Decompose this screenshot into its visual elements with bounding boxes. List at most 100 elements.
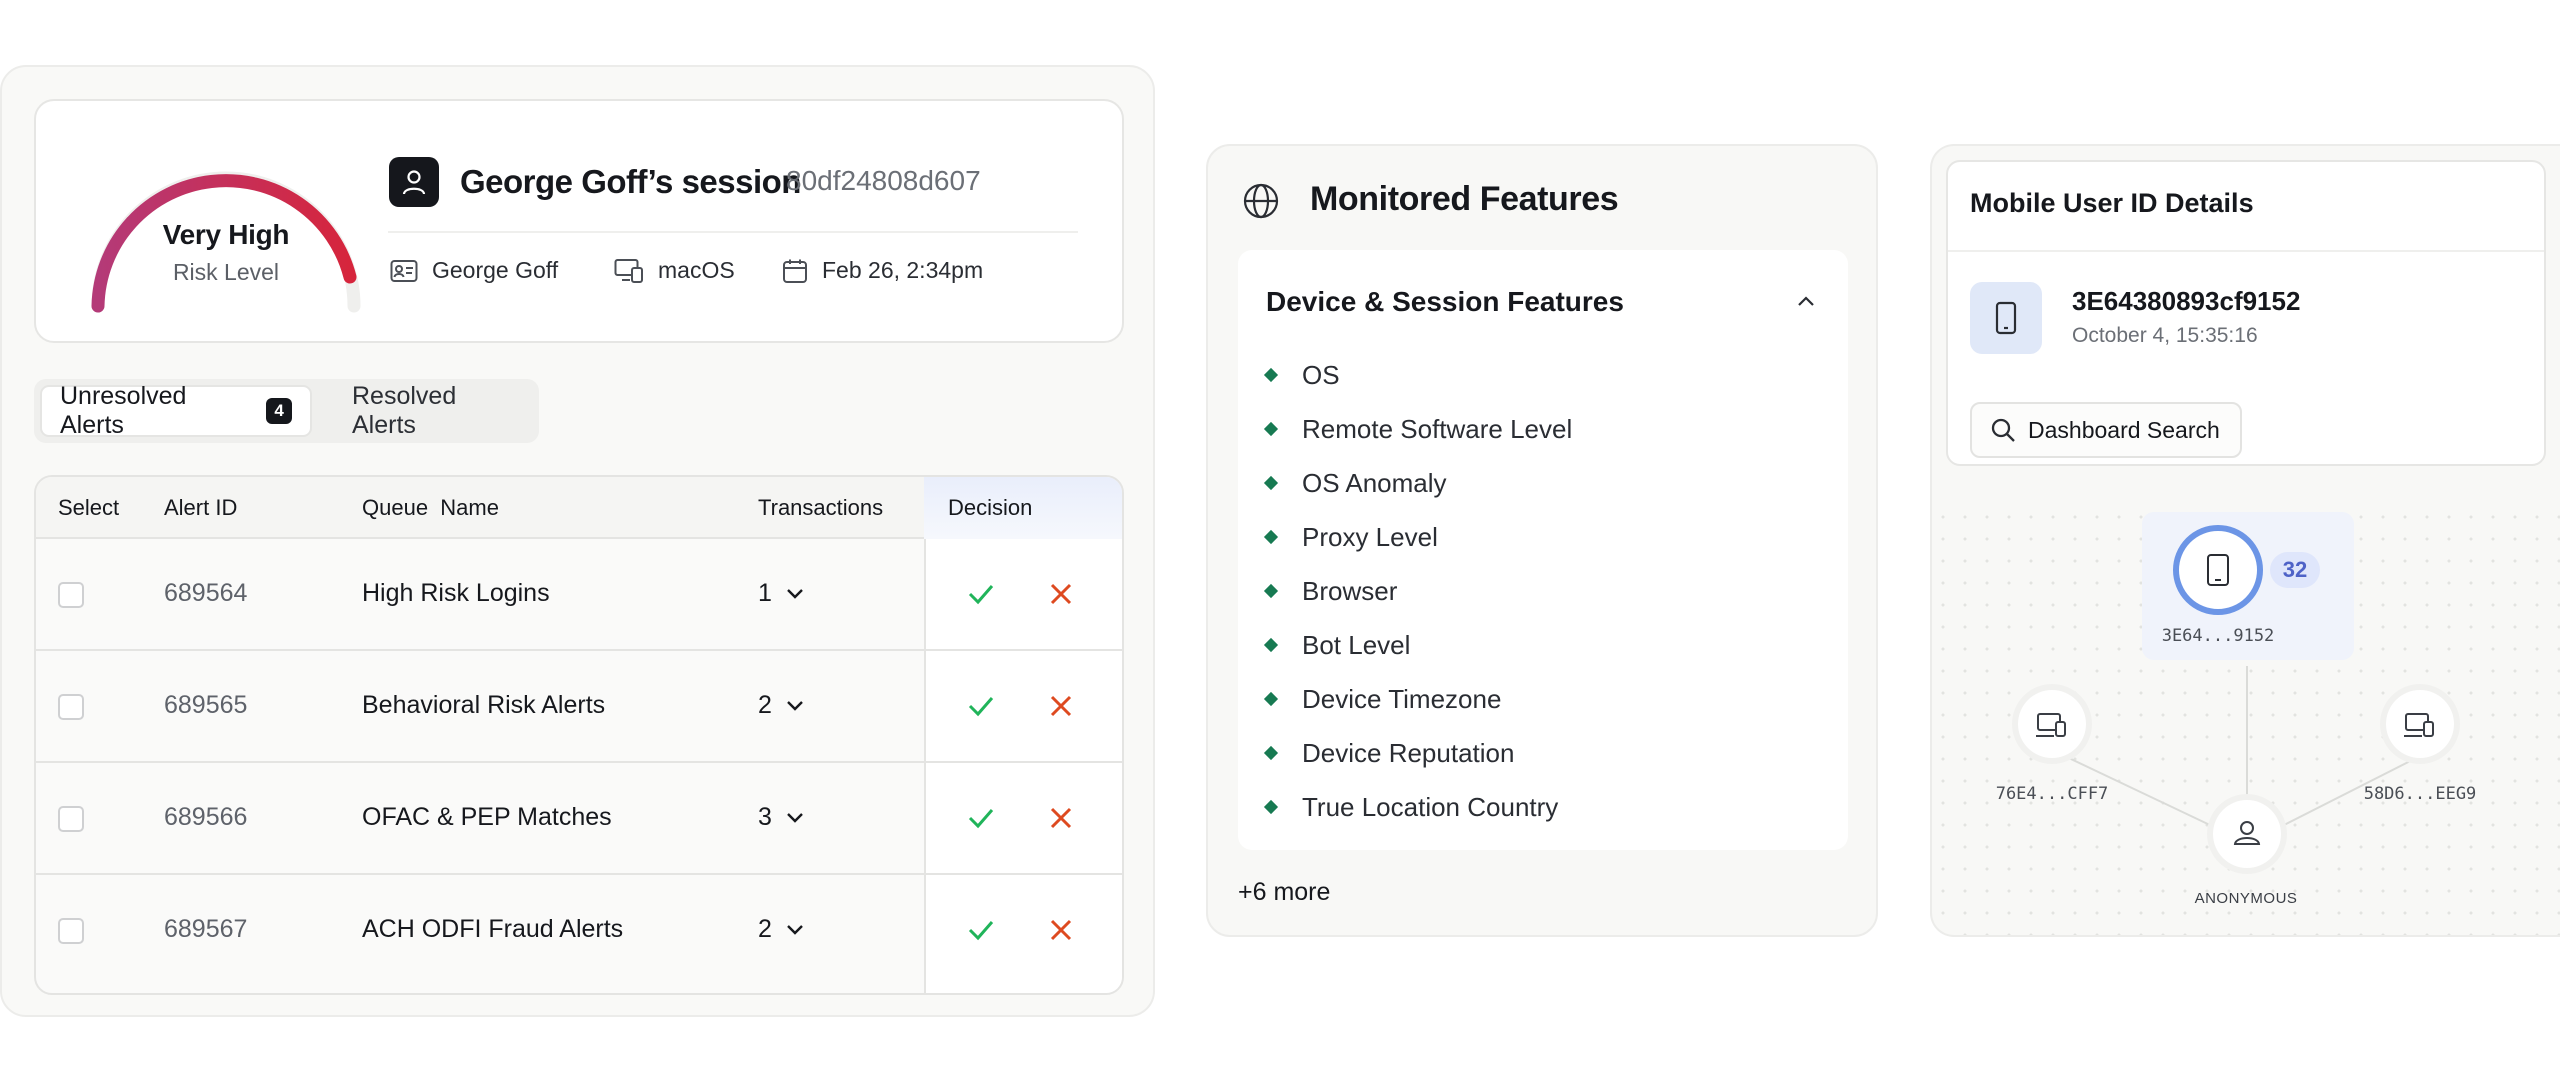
tab-resolved-label: Resolved Alerts (352, 382, 457, 439)
session-title: George Goff’s session (460, 163, 801, 200)
header-queue-name: Queue Name (362, 495, 499, 520)
reject-x-icon[interactable] (1046, 579, 1076, 609)
bullet-diamond-icon (1263, 745, 1279, 761)
table-row: 689567 ACH ODFI Fraud Alerts 2 (36, 875, 1122, 987)
main-node-count-badge: 32 (2270, 552, 2320, 588)
risk-gauge: Very High Risk Level (76, 141, 376, 331)
row-queue-name: OFAC & PEP Matches (362, 803, 612, 831)
row-transactions-count: 1 (758, 579, 772, 607)
reject-x-icon[interactable] (1046, 915, 1076, 945)
row-alert-id: 689565 (164, 691, 248, 719)
approve-check-icon[interactable] (966, 691, 996, 721)
features-section-title[interactable]: Device & Session Features (1266, 286, 1624, 318)
alert-tabs: Unresolved Alerts 4 Resolved Alerts (34, 379, 539, 443)
chevron-down-icon (787, 812, 803, 823)
list-item: Device Reputation (1263, 726, 1572, 780)
list-item: True Location Country (1263, 780, 1572, 834)
feature-label: Remote Software Level (1302, 413, 1573, 444)
header-transactions: Transactions (758, 495, 884, 520)
list-item: OS (1263, 348, 1572, 402)
row-select-checkbox[interactable] (58, 806, 84, 832)
header-select: Select (58, 495, 120, 520)
session-os: macOS (614, 257, 735, 284)
feature-label: Proxy Level (1302, 521, 1438, 552)
calendar-icon (783, 259, 807, 283)
reject-x-icon[interactable] (1046, 691, 1076, 721)
id-card-icon (390, 259, 418, 282)
feature-label: True Location Country (1302, 791, 1559, 822)
bullet-diamond-icon (1263, 691, 1279, 707)
globe-icon (1243, 183, 1279, 219)
row-transactions-dropdown[interactable]: 3 (758, 803, 804, 832)
row-queue-name: High Risk Logins (362, 579, 550, 607)
left-device-node[interactable] (2012, 684, 2092, 764)
row-select-checkbox[interactable] (58, 694, 84, 720)
bullet-diamond-icon (1263, 367, 1279, 383)
chevron-down-icon (787, 700, 803, 711)
left-node-label: 76E4...CFF7 (1995, 784, 2109, 804)
row-transactions-count: 3 (758, 803, 772, 831)
approve-check-icon[interactable] (966, 803, 996, 833)
reject-x-icon[interactable] (1046, 803, 1076, 833)
row-queue-name: ACH ODFI Fraud Alerts (362, 915, 624, 943)
approve-check-icon[interactable] (966, 579, 996, 609)
tab-resolved-alerts[interactable]: Resolved Alerts (334, 382, 539, 439)
anonymous-node-label: ANONYMOUS (2194, 890, 2298, 907)
user-icon (402, 170, 426, 195)
main-device-node[interactable] (2173, 525, 2263, 615)
table-header: Select Alert ID Queue Name Transactions … (36, 477, 1122, 539)
row-select-checkbox[interactable] (58, 918, 84, 944)
list-item: Browser (1263, 564, 1572, 618)
bullet-diamond-icon (1263, 637, 1279, 653)
session-date: Feb 26, 2:34pm (782, 257, 983, 284)
list-item: Remote Software Level (1263, 402, 1573, 456)
session-card: Very High Risk Level George Goff’s sessi… (34, 99, 1124, 343)
session-user-name: George Goff (432, 257, 559, 283)
table-row: 689565 Behavioral Risk Alerts 2 (36, 651, 1122, 763)
feature-label: Browser (1302, 575, 1398, 606)
row-select-checkbox[interactable] (58, 582, 84, 608)
row-alert-id: 689567 (164, 915, 248, 943)
right-device-node[interactable] (2380, 684, 2460, 764)
row-transactions-dropdown[interactable]: 2 (758, 691, 804, 720)
feature-label: Device Timezone (1302, 683, 1502, 714)
row-transactions-dropdown[interactable]: 1 (758, 579, 804, 608)
header-decision: Decision (924, 477, 1122, 539)
unresolved-count-badge: 4 (266, 398, 292, 424)
feature-label: OS Anomaly (1302, 467, 1447, 498)
session-date-value: Feb 26, 2:34pm (822, 257, 984, 283)
table-row: 689566 OFAC & PEP Matches 3 (36, 763, 1122, 875)
row-transactions-dropdown[interactable]: 2 (758, 915, 804, 944)
tab-unresolved-alerts[interactable]: Unresolved Alerts 4 (40, 382, 312, 439)
right-node-label: 58D6...EEG9 (2363, 784, 2477, 804)
row-transactions-count: 2 (758, 915, 772, 943)
anonymous-user-node[interactable] (2207, 794, 2287, 874)
devices-icon (614, 258, 643, 283)
feature-label: Bot Level (1302, 629, 1411, 660)
risk-level-label: Risk Level (172, 259, 280, 285)
row-queue-name: Behavioral Risk Alerts (362, 691, 606, 719)
chevron-up-icon[interactable] (1796, 294, 1816, 308)
approve-check-icon[interactable] (966, 915, 996, 945)
bullet-diamond-icon (1263, 421, 1279, 437)
chevron-down-icon (787, 924, 803, 935)
features-accordion: Device & Session Features OS Remote Soft… (1238, 250, 1848, 850)
row-transactions-count: 2 (758, 691, 772, 719)
feature-label: Device Reputation (1302, 737, 1515, 768)
table-row: 689564 High Risk Logins 1 (36, 539, 1122, 651)
table-body: 689564 High Risk Logins 1 689565 Behavio… (36, 539, 1122, 993)
header-alert-id: Alert ID (164, 495, 238, 520)
mobile-user-panel: Mobile User ID Details 3E64380893cf9152 … (1930, 144, 2560, 937)
identity-graph (2012, 512, 2460, 874)
session-id: 80df24808d607 (786, 165, 981, 196)
monitored-features-panel: Monitored Features Device & Session Feat… (1206, 144, 1878, 937)
list-item: Device Timezone (1263, 672, 1572, 726)
bullet-diamond-icon (1263, 583, 1279, 599)
risk-level-value: Very High (162, 219, 290, 250)
session-os-name: macOS (658, 257, 735, 283)
list-item: OS Anomaly (1263, 456, 1572, 510)
list-item: Proxy Level (1263, 510, 1572, 564)
show-more-features-link[interactable]: +6 more (1238, 878, 1330, 907)
feature-list: OS Remote Software Level OS Anomaly Prox… (1263, 348, 1573, 834)
row-alert-id: 689564 (164, 579, 248, 607)
